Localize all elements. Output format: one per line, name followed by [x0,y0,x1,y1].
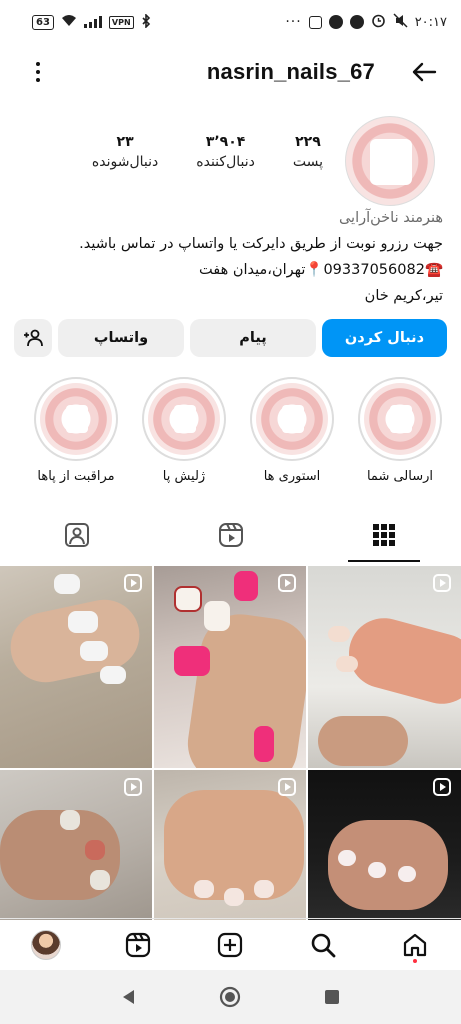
phone-number[interactable]: 09337056082 [323,262,424,278]
chat-icon [349,15,364,29]
highlight-label: ژلیش پا [162,469,206,484]
post-thumbnail[interactable] [308,566,461,768]
reel-icon [433,574,451,592]
phone-icon: ☎️ [424,262,443,278]
grid-icon [373,524,396,546]
followers-label: دنبال‌کننده [196,154,255,170]
whatsapp-button[interactable]: واتساپ [58,319,184,357]
story-highlights: ارسالی شما استوری ها ژلیش پا مراقبت از پ… [34,377,442,484]
highlight-cover [256,383,328,455]
avatar [31,929,62,960]
stat-following[interactable]: ۲۳ دنبال‌شونده [92,134,158,170]
mute-icon [393,13,408,31]
nav-search[interactable] [303,925,343,965]
posts-grid [0,566,461,920]
battery-indicator: 63 [32,14,54,30]
profile-tabs [0,508,461,562]
create-post-icon [218,932,243,957]
post-thumbnail[interactable] [308,770,461,920]
reels-icon [218,523,243,547]
highlight-item[interactable]: استوری ها [250,377,334,484]
nav-profile[interactable] [26,925,66,965]
highlight-item[interactable]: مراقبت از پاها [34,377,118,484]
add-person-icon [24,329,43,347]
follow-button[interactable]: دنبال کردن [322,319,447,357]
highlight-item[interactable]: ارسالی شما [358,377,442,484]
status-bar: 63 VPN ··· ۲۰:۱۷ [0,0,461,44]
followers-count: ۳٬۹۰۴ [205,134,246,150]
more-options-icon[interactable] [24,58,52,86]
nav-create[interactable] [210,925,250,965]
home-circle-icon[interactable] [218,985,242,1009]
reel-icon [124,574,142,592]
clock: ۲۰:۱۷ [414,14,447,30]
home-icon [403,933,426,956]
notification-dot [412,958,417,963]
bluetooth-icon [141,12,151,31]
following-count: ۲۳ [116,134,134,150]
highlight-cover [148,383,220,455]
bio-contact-line: ☎️09337056082📍تهران،میدان هفت [13,257,443,283]
profile-actions: واتساپ پیام دنبال کردن [14,319,447,357]
nav-home[interactable] [395,925,435,965]
post-thumbnail[interactable] [0,566,152,768]
signal-icon [83,16,102,28]
location-pin-icon: 📍 [305,262,324,278]
reel-icon [124,778,142,796]
back-triangle-icon[interactable] [120,988,138,1006]
address-line-1: تهران،میدان هفت [199,262,306,278]
address-line-2: تیر،کریم خان [364,288,443,304]
highlight-item[interactable]: ژلیش پا [142,377,226,484]
vpn-badge: VPN [108,15,134,29]
posts-count: ۲۲۹ [295,134,321,150]
reels-icon [126,932,151,957]
wifi-icon [61,14,77,30]
profile-avatar[interactable] [345,116,435,206]
username-title: nasrin_nails_67 [206,59,375,84]
back-arrow-icon[interactable] [409,57,439,87]
shield-icon [328,15,343,29]
instagram-icon [308,15,322,29]
logo-icon [370,139,412,185]
suggested-people-button[interactable] [14,319,52,357]
bottom-navigation [0,918,461,970]
post-thumbnail[interactable] [154,566,306,768]
highlight-label: مراقبت از پاها [37,469,115,484]
bio-text: جهت رزرو نوبت از طریق دایرکت یا واتساپ د… [79,236,443,252]
search-icon [311,933,336,957]
tagged-icon [64,523,89,547]
message-button[interactable]: پیام [190,319,316,357]
system-navigation-bar [0,970,461,1024]
recents-square-icon[interactable] [323,988,341,1006]
post-thumbnail[interactable] [154,770,306,920]
post-thumbnail[interactable] [0,770,152,920]
profile-summary: ۲۲۹ پست ۳٬۹۰۴ دنبال‌کننده ۲۳ دنبال‌شونده [0,110,461,210]
posts-label: پست [292,154,323,170]
more-notifications-icon: ··· [285,14,302,30]
highlight-cover [364,383,436,455]
following-label: دنبال‌شونده [91,154,159,170]
stat-posts[interactable]: ۲۲۹ پست [293,134,323,170]
alarm-icon [371,13,386,31]
highlight-label: ارسالی شما [366,469,434,484]
nav-reels[interactable] [118,925,158,965]
profile-category: هنرمند ناخن‌آرایی [338,210,443,226]
profile-header: nasrin_nails_67 [0,48,461,96]
highlight-cover [40,383,112,455]
reel-icon [278,574,296,592]
reel-icon [278,778,296,796]
highlight-label: استوری ها [263,469,321,484]
profile-bio: هنرمند ناخن‌آرایی جهت رزرو نوبت از طریق … [13,205,443,309]
stat-followers[interactable]: ۳٬۹۰۴ دنبال‌کننده [196,134,255,170]
profile-stats: ۲۲۹ پست ۳٬۹۰۴ دنبال‌کننده ۲۳ دنبال‌شونده [92,134,323,170]
reel-icon [433,778,451,796]
tab-tagged[interactable] [0,508,154,562]
tab-grid[interactable] [307,508,461,562]
tab-reels[interactable] [154,508,308,562]
